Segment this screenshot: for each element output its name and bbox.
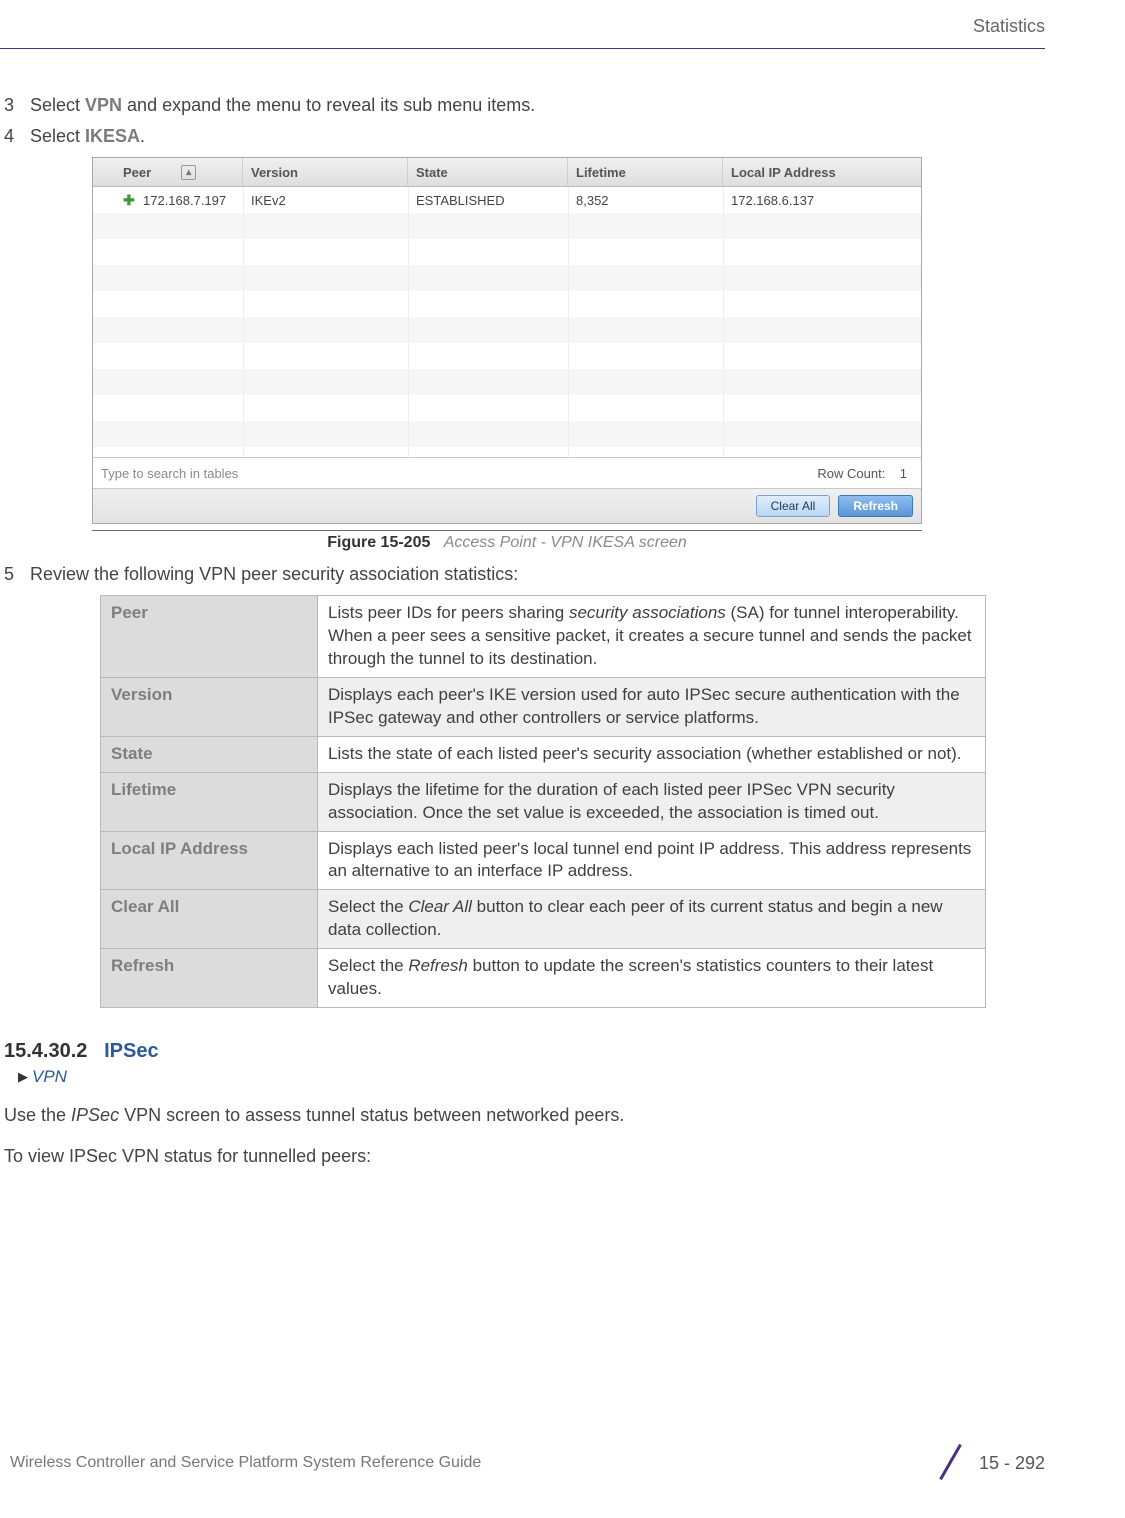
text: Select (30, 126, 85, 146)
table-row: Lifetime Displays the lifetime for the d… (101, 772, 986, 831)
step-number: 5 (4, 564, 30, 585)
chapter-title: Statistics (973, 16, 1045, 37)
step-number: 3 (4, 95, 30, 116)
cell-lifetime: 8,352 (568, 193, 723, 208)
table-row: Refresh Select the Refresh button to upd… (101, 949, 986, 1008)
table-row: Version Displays each peer's IKE version… (101, 677, 986, 736)
def-label-refresh: Refresh (101, 949, 318, 1008)
section-title: IPSec (104, 1040, 158, 1062)
column-header-version[interactable]: Version (243, 158, 408, 186)
row-count-value: 1 (900, 466, 907, 481)
page-footer: Wireless Controller and Service Platform… (0, 1446, 1045, 1480)
table-row: Clear All Select the Clear All button to… (101, 890, 986, 949)
figure-title: Access Point - VPN IKESA screen (444, 534, 687, 551)
emphasis-vpn: VPN (85, 95, 122, 115)
triangle-right-icon: ▶ (18, 1069, 28, 1085)
clear-all-button[interactable]: Clear All (756, 495, 831, 517)
row-count-label: Row Count: (817, 466, 885, 481)
step-5: 5 Review the following VPN peer security… (4, 564, 1045, 585)
figure-caption: Figure 15-205 Access Point - VPN IKESA s… (92, 530, 922, 552)
step-number: 4 (4, 126, 30, 147)
def-label-peer: Peer (101, 596, 318, 678)
text: Select (30, 95, 85, 115)
def-label-lifetime: Lifetime (101, 772, 318, 831)
section-heading: 15.4.30.2 IPSec (4, 1040, 1045, 1063)
table-body: ✚172.168.7.197 IKEv2 ESTABLISHED 8,352 1… (93, 187, 921, 457)
emphasis-ikesa: IKESA (85, 126, 140, 146)
def-text-local-ip: Displays each listed peer's local tunnel… (318, 831, 986, 890)
button-bar: Clear All Refresh (93, 488, 921, 523)
page-number: 15 - 292 (979, 1453, 1045, 1474)
definitions-table: Peer Lists peer IDs for peers sharing se… (100, 595, 986, 1008)
def-label-version: Version (101, 677, 318, 736)
breadcrumb-link[interactable]: VPN (32, 1067, 67, 1087)
table-header-row: Peer ▴ Version State Lifetime Local IP Ad… (93, 158, 921, 187)
def-text-state: Lists the state of each listed peer's se… (318, 736, 986, 772)
text: and expand the menu to reveal its sub me… (122, 95, 535, 115)
figure-number: Figure 15-205 (327, 534, 430, 551)
table-row[interactable]: ✚172.168.7.197 IKEv2 ESTABLISHED 8,352 1… (93, 187, 921, 213)
table-row: Peer Lists peer IDs for peers sharing se… (101, 596, 986, 678)
breadcrumb: ▶ VPN (18, 1067, 1045, 1087)
def-text-refresh: Select the Refresh button to update the … (318, 949, 986, 1008)
sort-asc-icon[interactable]: ▴ (181, 165, 196, 180)
def-label-clear-all: Clear All (101, 890, 318, 949)
cell-peer: 172.168.7.197 (143, 193, 226, 208)
paragraph: To view IPSec VPN status for tunnelled p… (4, 1146, 1045, 1167)
column-header-local-ip[interactable]: Local IP Address (723, 158, 921, 186)
table-footer: Type to search in tables Row Count: 1 (93, 457, 921, 488)
status-connected-icon: ✚ (123, 192, 143, 209)
def-text-peer: Lists peer IDs for peers sharing securit… (318, 596, 986, 678)
brand-slash-icon (935, 1446, 969, 1480)
footer-guide-title: Wireless Controller and Service Platform… (10, 1454, 481, 1472)
ikesa-screenshot: Peer ▴ Version State Lifetime Local IP Ad… (92, 157, 922, 524)
text: . (140, 126, 145, 146)
cell-version: IKEv2 (243, 193, 408, 208)
table-row: State Lists the state of each listed pee… (101, 736, 986, 772)
def-label-local-ip: Local IP Address (101, 831, 318, 890)
section-number: 15.4.30.2 (4, 1040, 87, 1062)
search-input[interactable]: Type to search in tables (101, 466, 238, 481)
column-header-peer[interactable]: Peer (123, 165, 151, 180)
column-header-state[interactable]: State (408, 158, 568, 186)
def-text-lifetime: Displays the lifetime for the duration o… (318, 772, 986, 831)
def-text-version: Displays each peer's IKE version used fo… (318, 677, 986, 736)
def-label-state: State (101, 736, 318, 772)
step-4: 4 Select IKESA. (4, 126, 1045, 147)
table-row: Local IP Address Displays each listed pe… (101, 831, 986, 890)
paragraph: Use the IPSec VPN screen to assess tunne… (4, 1105, 1045, 1126)
text: Review the following VPN peer security a… (30, 564, 1045, 585)
def-text-clear-all: Select the Clear All button to clear eac… (318, 890, 986, 949)
cell-state: ESTABLISHED (408, 193, 568, 208)
column-header-lifetime[interactable]: Lifetime (568, 158, 723, 186)
refresh-button[interactable]: Refresh (838, 495, 913, 517)
step-3: 3 Select VPN and expand the menu to reve… (4, 95, 1045, 116)
cell-local-ip: 172.168.6.137 (723, 193, 921, 208)
